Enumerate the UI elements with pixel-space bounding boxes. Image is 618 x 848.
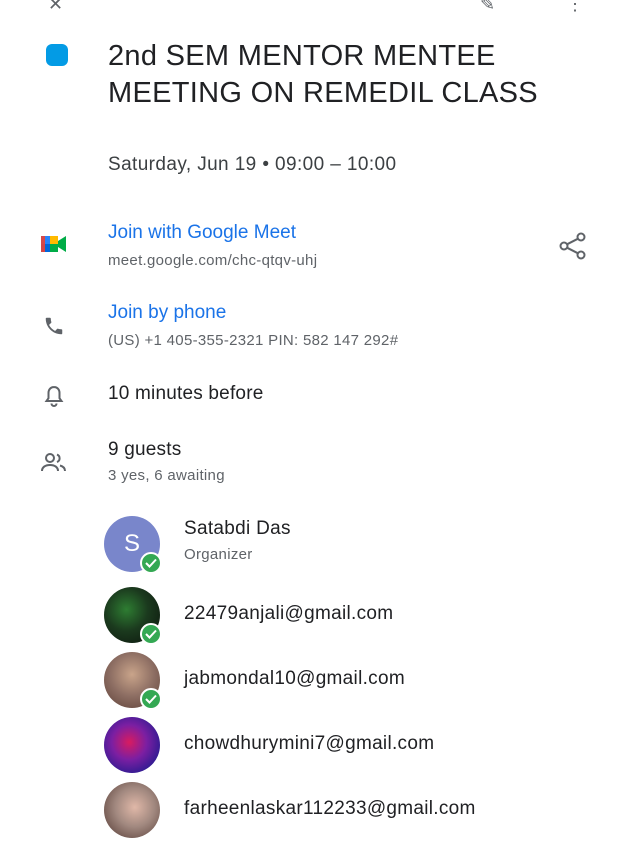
more-vert-icon[interactable]: ⋮: [566, 0, 584, 15]
event-datetime: Saturday, Jun 19 • 09:00 – 10:00: [108, 154, 397, 175]
avatar: [104, 587, 162, 645]
join-by-phone-link[interactable]: Join by phone: [108, 302, 226, 324]
guest-summary: 3 yes, 6 awaiting: [108, 467, 225, 484]
guest-count: 9 guests: [108, 439, 182, 460]
google-meet-icon: [40, 230, 68, 258]
avatar: [104, 652, 162, 710]
guest-name: 22479anjali@gmail.com: [184, 603, 394, 624]
guest-role: Organizer: [184, 546, 253, 563]
meet-url[interactable]: meet.google.com/chc-qtqv-uhj: [108, 252, 317, 269]
event-color-chip: [46, 44, 68, 66]
guest-name: jabmondal10@gmail.com: [184, 668, 405, 689]
guest-item[interactable]: S Satabdi Das Organizer: [104, 516, 584, 574]
share-icon[interactable]: [558, 231, 588, 261]
avatar: [104, 717, 160, 773]
check-icon: [140, 688, 162, 710]
phone-icon: [40, 312, 68, 340]
close-icon[interactable]: ✕: [48, 0, 63, 15]
reminder-text[interactable]: 10 minutes before: [108, 383, 264, 405]
bell-icon: [40, 382, 68, 410]
check-icon: [140, 552, 162, 574]
phone-details[interactable]: (US) +1 405-355-2321 PIN: 582 147 292#: [108, 332, 398, 349]
event-details-screen: ✕ ✎ ⋮ 2nd SEM MENTOR MENTEE MEETING ON R…: [0, 0, 618, 848]
edit-icon[interactable]: ✎: [480, 0, 495, 15]
join-meet-link[interactable]: Join with Google Meet: [108, 222, 296, 244]
guest-name: chowdhurymini7@gmail.com: [184, 733, 435, 754]
guest-name: farheenlaskar112233@gmail.com: [184, 798, 476, 819]
guest-name: Satabdi Das: [184, 518, 291, 539]
guest-item[interactable]: 22479anjali@gmail.com: [104, 587, 584, 645]
guest-item[interactable]: farheenlaskar112233@gmail.com: [104, 782, 584, 838]
avatar: [104, 782, 160, 838]
people-icon: [40, 449, 68, 477]
avatar: S: [104, 516, 162, 574]
guest-item[interactable]: chowdhurymini7@gmail.com: [104, 717, 584, 773]
guest-item[interactable]: jabmondal10@gmail.com: [104, 652, 584, 710]
event-title: 2nd SEM MENTOR MENTEE MEETING ON REMEDIL…: [108, 40, 538, 109]
check-icon: [140, 623, 162, 645]
